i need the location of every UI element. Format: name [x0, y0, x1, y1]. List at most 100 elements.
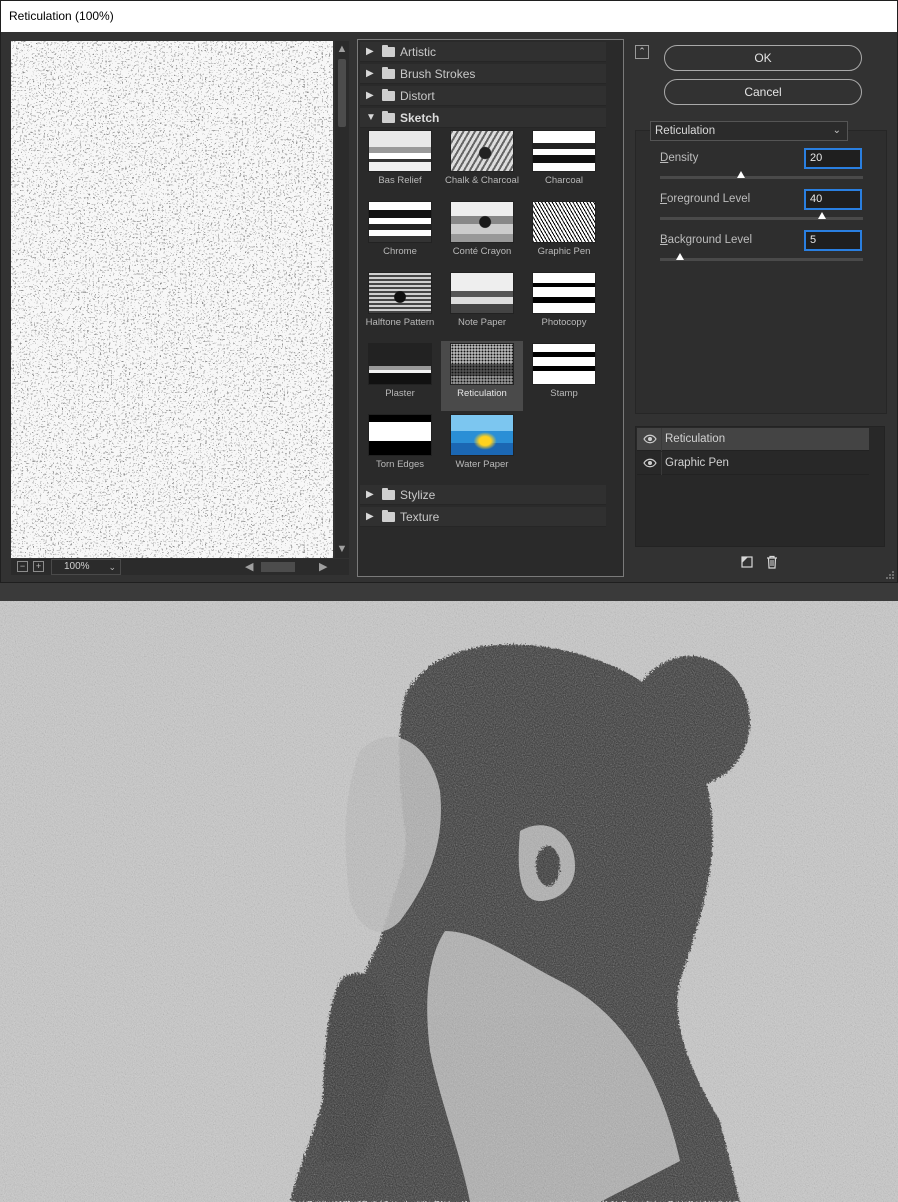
filter-label: Water Paper — [455, 459, 509, 470]
new-effect-layer-icon[interactable] — [740, 555, 754, 569]
folder-artistic[interactable]: ▶ Artistic — [360, 42, 606, 62]
eye-icon[interactable] — [643, 434, 657, 444]
folder-icon — [382, 67, 395, 79]
filter-thumb-note-paper[interactable]: Note Paper — [441, 270, 523, 340]
result-image — [0, 601, 898, 1202]
zoom-in-button[interactable]: + — [33, 561, 44, 572]
filter-thumb-plaster[interactable]: Plaster — [359, 341, 441, 411]
filter-thumb-graphic-pen[interactable]: Graphic Pen — [523, 199, 605, 269]
filter-label: Conté Crayon — [452, 246, 512, 257]
folder-stylize[interactable]: ▶ Stylize — [360, 485, 606, 505]
filter-thumb-chrome[interactable]: Chrome — [359, 199, 441, 269]
filter-settings-panel — [635, 130, 887, 414]
filter-thumb-chalk-charcoal[interactable]: Chalk & Charcoal — [441, 128, 523, 198]
thumbnail-image — [532, 272, 596, 314]
ok-button[interactable]: OK — [664, 45, 862, 71]
zoom-out-button[interactable]: − — [17, 561, 28, 572]
thumbnail-image — [450, 343, 514, 385]
scrollbar-thumb[interactable] — [338, 59, 346, 127]
divider — [661, 452, 662, 475]
effect-layer-reticulation[interactable]: Reticulation — [637, 428, 869, 451]
filter-gallery-dialog: Reticulation (100%) ▲ ▼ − + 100% ⌄ ◀ ▶ ▶… — [0, 0, 898, 583]
window-title: Reticulation (100%) — [1, 1, 897, 32]
filter-thumb-conte-crayon[interactable]: Conté Crayon — [441, 199, 523, 269]
effect-layer-label: Graphic Pen — [665, 457, 729, 469]
filter-label: Halftone Pattern — [365, 317, 435, 328]
filter-thumb-bas-relief[interactable]: Bas Relief — [359, 128, 441, 198]
effect-layer-label: Reticulation — [665, 433, 726, 445]
triangle-down-icon: ▼ — [366, 112, 376, 123]
background-level-slider-track[interactable] — [660, 258, 863, 261]
cancel-button[interactable]: Cancel — [664, 79, 862, 105]
triangle-right-icon: ▶ — [366, 68, 374, 79]
filter-thumb-charcoal[interactable]: Charcoal — [523, 128, 605, 198]
filter-label: Photocopy — [541, 317, 587, 328]
thumbnail-image — [532, 201, 596, 243]
thumbnail-image — [368, 130, 432, 172]
scroll-right-arrow-icon[interactable]: ▶ — [319, 561, 327, 573]
background-level-slider-knob[interactable] — [676, 253, 685, 260]
thumbnail-image — [450, 272, 514, 314]
folder-brush-strokes[interactable]: ▶ Brush Strokes — [360, 64, 606, 84]
label-rest: ackground Level — [667, 234, 753, 246]
resize-grip-icon[interactable] — [885, 570, 895, 580]
accelerator-letter: F — [660, 193, 668, 205]
filter-label: Charcoal — [544, 175, 584, 186]
filter-label: Torn Edges — [375, 459, 425, 470]
divider — [661, 428, 662, 451]
triangle-right-icon: ▶ — [366, 489, 374, 500]
scrollbar-thumb[interactable] — [261, 562, 295, 572]
foreground-level-input[interactable]: 40 — [804, 189, 862, 210]
trash-icon[interactable] — [765, 555, 779, 569]
folder-distort[interactable]: ▶ Distort — [360, 86, 606, 106]
eye-icon[interactable] — [643, 458, 657, 468]
triangle-right-icon: ▶ — [366, 511, 374, 522]
filter-thumb-photocopy[interactable]: Photocopy — [523, 270, 605, 340]
triangle-right-icon: ▶ — [366, 90, 374, 101]
folder-label: Distort — [400, 89, 435, 103]
preview-vertical-scrollbar[interactable]: ▲ ▼ — [335, 41, 349, 558]
foreground-level-label: Foreground Level — [660, 193, 750, 205]
label-rest: ensity — [668, 152, 699, 164]
chevron-down-icon: ⌄ — [108, 562, 116, 572]
filter-thumb-reticulation[interactable]: Reticulation — [441, 341, 523, 411]
effect-layer-graphic-pen[interactable]: Graphic Pen — [637, 452, 869, 475]
noise-preview — [11, 41, 333, 558]
thumbnail-image — [368, 414, 432, 456]
density-slider-knob[interactable] — [737, 171, 746, 178]
filter-label: Note Paper — [457, 317, 507, 328]
density-slider-track[interactable] — [660, 176, 863, 179]
filter-label: Reticulation — [457, 388, 507, 399]
chevron-down-icon: ⌄ — [832, 125, 841, 136]
filter-thumb-stamp[interactable]: Stamp — [523, 341, 605, 411]
filter-thumb-halftone-pattern[interactable]: Halftone Pattern — [359, 270, 441, 340]
background-level-input[interactable]: 5 — [804, 230, 862, 251]
thumbnail-image — [368, 201, 432, 243]
filter-thumb-water-paper[interactable]: Water Paper — [441, 412, 523, 482]
density-input[interactable]: 20 — [804, 148, 862, 169]
scroll-up-arrow-icon[interactable]: ▲ — [336, 43, 348, 55]
filter-label: Bas Relief — [378, 175, 422, 186]
scroll-down-arrow-icon[interactable]: ▼ — [336, 543, 348, 555]
filter-label: Chrome — [383, 246, 417, 257]
zoom-select[interactable]: 100% ⌄ — [51, 559, 121, 575]
filter-label: Chalk & Charcoal — [445, 175, 519, 186]
folder-label: Texture — [400, 510, 440, 524]
folder-label: Artistic — [400, 45, 436, 59]
collapse-icon[interactable]: ⌃ — [635, 45, 649, 59]
foreground-level-slider-knob[interactable] — [818, 212, 827, 219]
foreground-level-slider-track[interactable] — [660, 217, 863, 220]
effect-layers-list: Reticulation Graphic Pen — [635, 426, 885, 547]
filter-select[interactable]: Reticulation ⌄ — [650, 121, 848, 141]
folder-sketch[interactable]: ▼ Sketch — [360, 108, 606, 128]
thumbnail-image — [368, 272, 432, 314]
preview-horizontal-scrollbar[interactable]: ◀ ▶ — [243, 559, 331, 575]
zoom-value: 100% — [64, 561, 90, 572]
scroll-left-arrow-icon[interactable]: ◀ — [245, 561, 253, 573]
preview-canvas[interactable] — [11, 41, 333, 558]
thumbnail-image — [532, 130, 596, 172]
triangle-right-icon: ▶ — [366, 46, 374, 57]
filter-gallery-list: ▶ Artistic ▶ Brush Strokes ▶ Distort ▼ S… — [357, 39, 624, 577]
filter-thumb-torn-edges[interactable]: Torn Edges — [359, 412, 441, 482]
folder-texture[interactable]: ▶ Texture — [360, 507, 606, 527]
